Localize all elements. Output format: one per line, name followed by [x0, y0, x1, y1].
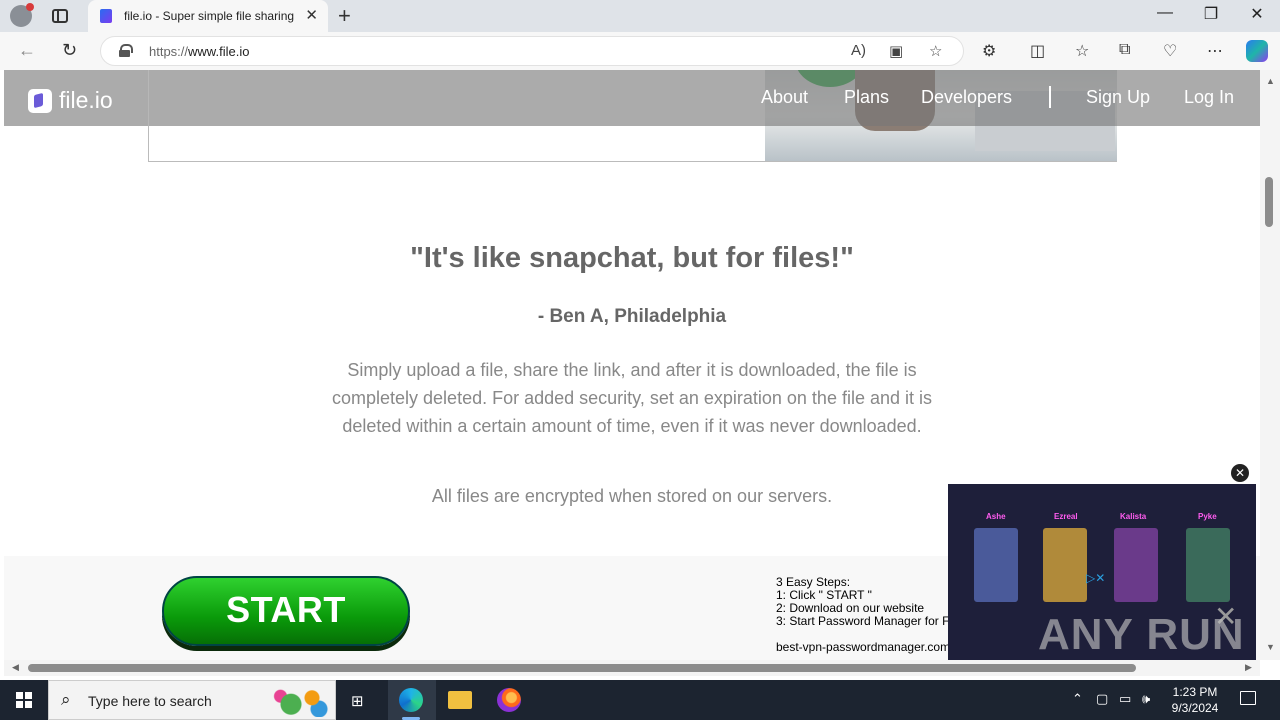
testimonial-author: - Ben A, Philadelphia — [537, 306, 727, 327]
nav-plans[interactable]: Plans — [844, 87, 889, 108]
windows-taskbar: ⌕ Type here to search ⊞ ⌃ ▢ ▭ 🕪 1:23 PM … — [0, 680, 1280, 720]
ad-steps[interactable]: 3 Easy Steps: 1: Click " START " 2: Down… — [776, 576, 967, 628]
back-arrow-icon[interactable]: ← — [18, 40, 36, 61]
edge-browser-icon[interactable] — [399, 688, 423, 712]
profile-avatar-icon[interactable] — [10, 3, 34, 27]
video-card — [1186, 528, 1230, 602]
service-description: Simply upload a file, share the link, an… — [332, 360, 933, 436]
new-tab-icon[interactable]: + — [338, 3, 351, 29]
copilot-icon[interactable] — [1246, 40, 1268, 62]
site-logo[interactable]: file.io — [28, 87, 113, 114]
logo-text: file.io — [59, 87, 113, 113]
notifications-icon[interactable] — [1240, 691, 1256, 705]
meet-now-icon[interactable]: ▢ — [1096, 691, 1108, 707]
file-io-logo-icon — [28, 88, 52, 113]
minimize-window-icon[interactable]: — — [1150, 4, 1180, 22]
scroll-left-icon[interactable]: ◀ — [12, 662, 19, 673]
horizontal-scrollbar[interactable]: ◀ ▶ — [4, 660, 1260, 676]
read-aloud-icon[interactable]: A) — [851, 42, 866, 59]
watermark-text: ANY RUN — [1038, 610, 1245, 659]
task-view-icon[interactable]: ⊞ — [351, 692, 364, 710]
split-screen-icon[interactable]: ◫ — [1030, 41, 1045, 61]
video-champion-name: Ezreal — [1054, 512, 1078, 521]
search-highlight-icon — [263, 685, 333, 717]
nav-log-in[interactable]: Log In — [1184, 87, 1234, 108]
clock-time: 1:23 PM — [1172, 685, 1218, 699]
ad-step-line: 3: Start Password Manager for Free — [776, 614, 967, 628]
tab-title: file.io - Super simple file sharing — [124, 9, 295, 23]
browser-tab-active[interactable]: file.io - Super simple file sharing ✕ — [88, 0, 328, 32]
favicon-icon — [100, 9, 112, 23]
site-header: file.io About Plans Developers Sign Up L… — [4, 70, 1260, 126]
close-tab-icon[interactable]: ✕ — [305, 6, 318, 24]
nav-developers[interactable]: Developers — [921, 87, 1012, 108]
video-champion-name: Kalista — [1120, 512, 1147, 521]
taskbar-clock[interactable]: 1:23 PM 9/3/2024 — [1160, 684, 1230, 716]
adchoices-icon[interactable]: ▷✕ — [1086, 571, 1105, 585]
video-card — [1114, 528, 1158, 602]
browser-tab-strip: file.io - Super simple file sharing ✕ + … — [0, 0, 1280, 32]
horizontal-scroll-thumb[interactable] — [28, 664, 1136, 672]
scroll-down-icon[interactable]: ▼ — [1266, 642, 1275, 652]
video-card — [974, 528, 1018, 602]
show-hidden-icons-icon[interactable]: ⌃ — [1072, 691, 1083, 707]
restore-window-icon[interactable]: ❐ — [1196, 4, 1226, 24]
page-viewport: file.io About Plans Developers Sign Up L… — [4, 70, 1260, 660]
browser-toolbar: ← ↻ https://www.file.io A) ▣ ☆ ⚙ ◫ ☆ ⧉ ♡… — [0, 32, 1280, 70]
extensions-icon[interactable]: ⚙ — [982, 41, 996, 61]
header-divider — [148, 70, 149, 126]
vertical-scrollbar[interactable]: ▲ ▼ — [1260, 70, 1280, 660]
ad-start-button[interactable]: START — [162, 576, 410, 646]
testimonial-quote: "It's like snapchat, but for files!" — [410, 242, 854, 274]
tab-actions-icon[interactable] — [52, 9, 68, 23]
lock-icon[interactable] — [119, 44, 133, 57]
browser-essentials-icon[interactable]: ♡ — [1163, 41, 1177, 61]
video-close-icon[interactable]: ✕ — [1231, 464, 1249, 482]
scroll-up-icon[interactable]: ▲ — [1266, 76, 1275, 86]
nav-about[interactable]: About — [761, 87, 808, 108]
address-bar[interactable]: https://www.file.io A) ▣ ☆ — [100, 36, 964, 66]
taskbar-search-placeholder: Type here to search — [88, 693, 212, 709]
reload-icon[interactable]: ↻ — [62, 40, 77, 61]
video-champion-name: Pyke — [1198, 512, 1217, 521]
video-card — [1043, 528, 1087, 602]
nav-sign-up[interactable]: Sign Up — [1086, 87, 1150, 108]
scroll-right-icon[interactable]: ▶ — [1245, 662, 1252, 673]
search-icon: ⌕ — [61, 690, 71, 709]
ad-domain[interactable]: best-vpn-passwordmanager.com — [776, 640, 950, 654]
vertical-scroll-thumb[interactable] — [1265, 177, 1273, 227]
taskbar-search-box[interactable]: ⌕ Type here to search — [48, 680, 336, 720]
close-window-icon[interactable]: ✕ — [1242, 4, 1272, 24]
video-champion-name: Ashe — [986, 512, 1006, 521]
windows-start-icon[interactable] — [16, 692, 32, 708]
url-text[interactable]: https://www.file.io — [149, 44, 249, 59]
immersive-reader-icon[interactable]: ▣ — [889, 42, 903, 60]
favorite-star-icon[interactable]: ☆ — [929, 42, 942, 60]
firefox-icon[interactable] — [497, 688, 521, 712]
more-menu-icon[interactable]: ⋯ — [1207, 41, 1223, 61]
collections-icon[interactable]: ⧉ — [1119, 41, 1130, 59]
network-icon[interactable]: ▭ — [1119, 691, 1131, 707]
file-explorer-icon[interactable] — [448, 691, 472, 709]
nav-separator — [1049, 86, 1051, 108]
clock-date: 9/3/2024 — [1171, 701, 1219, 715]
volume-icon[interactable]: 🕪 — [1142, 691, 1150, 707]
favorites-icon[interactable]: ☆ — [1075, 41, 1089, 61]
